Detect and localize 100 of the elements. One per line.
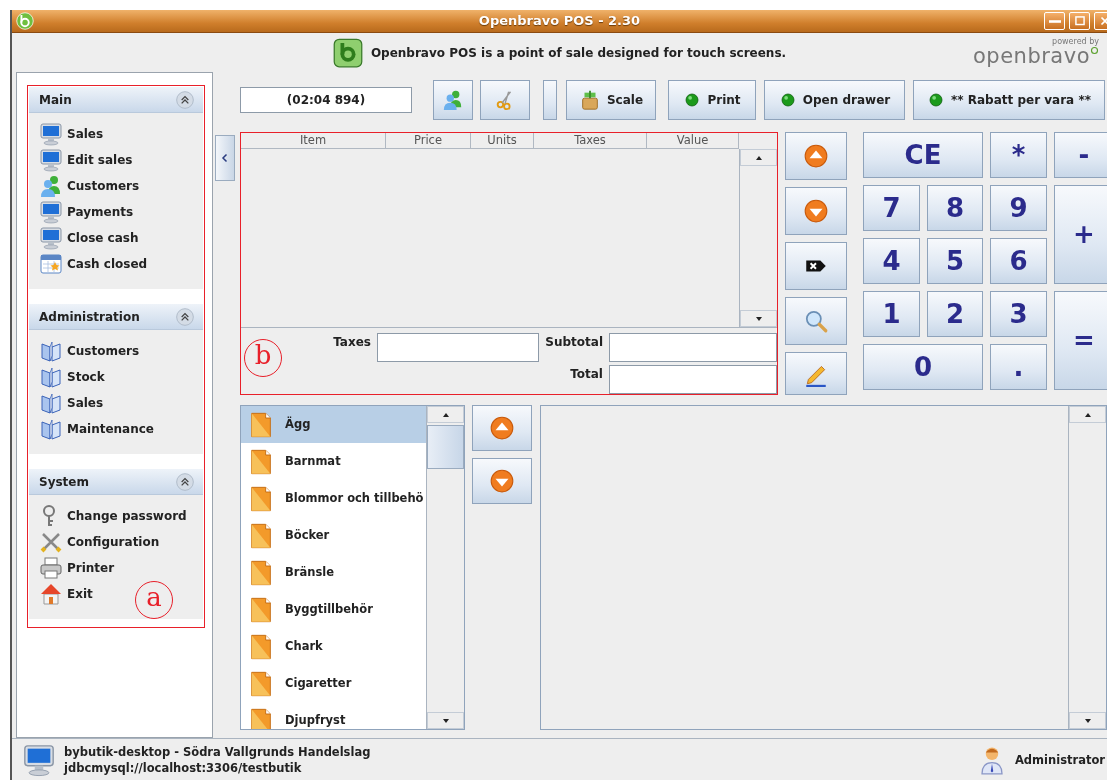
scrollbar[interactable]: [426, 406, 464, 729]
keypad-key[interactable]: .: [990, 344, 1047, 390]
sidebar-item[interactable]: Close cash: [39, 225, 139, 251]
keypad-key[interactable]: *: [990, 132, 1047, 178]
host-text: bybutik-desktop - Södra Vallgrunds Handelslag: [64, 743, 371, 760]
scroll-up-button[interactable]: [1069, 406, 1106, 423]
keypad-key[interactable]: 9: [990, 185, 1047, 231]
scroll-down-button[interactable]: [1069, 712, 1106, 729]
section-header[interactable]: Administration: [29, 304, 203, 330]
keypad-key[interactable]: =: [1054, 291, 1107, 390]
column-header[interactable]: Taxes: [534, 133, 647, 149]
tools-icon: [39, 530, 63, 554]
keypad-key[interactable]: 5: [927, 238, 983, 284]
collapse-tab[interactable]: [215, 135, 235, 181]
keypad-key[interactable]: 1: [863, 291, 920, 337]
section-title: System: [39, 473, 89, 491]
calendar-icon: [39, 252, 63, 276]
toolbar-button[interactable]: [543, 80, 557, 120]
scroll-thumb[interactable]: [427, 425, 464, 469]
column-header[interactable]: Price: [386, 133, 471, 149]
sidebar-item[interactable]: Sales: [39, 121, 104, 147]
scroll-down-button[interactable]: [472, 458, 532, 504]
search-button[interactable]: [785, 297, 847, 345]
sidebar-item[interactable]: Printer: [39, 555, 115, 581]
toolbar-button[interactable]: Open drawer: [764, 80, 905, 120]
sidebar-item[interactable]: Configuration: [39, 529, 160, 555]
category-item[interactable]: Barnmat: [241, 443, 426, 480]
scrollbar[interactable]: [1068, 406, 1106, 729]
move-up-button[interactable]: [785, 132, 847, 180]
app-logo-icon: [16, 12, 34, 30]
customer-button[interactable]: [433, 80, 473, 120]
section-title: Main: [39, 91, 72, 109]
sidebar-item[interactable]: Exit: [39, 581, 93, 607]
category-item[interactable]: Djupfryst: [241, 702, 426, 729]
delete-line-button[interactable]: [785, 242, 847, 290]
book-icon: [39, 391, 63, 415]
keypad-key[interactable]: 6: [990, 238, 1047, 284]
scroll-up-button[interactable]: [472, 405, 532, 451]
category-item[interactable]: Bränsle: [241, 554, 426, 591]
toolbar-button[interactable]: Print: [668, 80, 756, 120]
search-icon: [803, 308, 829, 334]
minimize-icon: [1048, 19, 1061, 23]
toolbar-button[interactable]: ** Rabatt per vara **: [913, 80, 1105, 120]
keypad-key[interactable]: 4: [863, 238, 920, 284]
category-item[interactable]: Byggtillbehör: [241, 591, 426, 628]
scroll-down-button[interactable]: [427, 712, 464, 729]
keypad-key[interactable]: 7: [863, 185, 920, 231]
sidebar-item[interactable]: Cash closed: [39, 251, 148, 277]
category-item[interactable]: Böcker: [241, 517, 426, 554]
scroll-up-button[interactable]: [740, 149, 777, 166]
section-header[interactable]: Main: [29, 87, 203, 113]
total-label: Total: [570, 366, 603, 383]
minimize-button[interactable]: [1044, 12, 1065, 30]
status-light-icon: [683, 91, 702, 109]
column-header[interactable]: Item: [241, 133, 386, 149]
banner-message: Openbravo POS is a point of sale designed for touch screens.: [370, 44, 787, 62]
sidebar-item[interactable]: Change password: [39, 503, 187, 529]
people-icon: [39, 174, 63, 198]
category-item[interactable]: Cigaretter: [241, 665, 426, 702]
sidebar-item[interactable]: Edit sales: [39, 147, 133, 173]
maximize-button[interactable]: [1069, 12, 1090, 30]
keypad-key[interactable]: 8: [927, 185, 983, 231]
keypad-key[interactable]: -: [1054, 132, 1107, 178]
keypad-key[interactable]: +: [1054, 185, 1107, 284]
sidebar-item[interactable]: Sales: [39, 390, 104, 416]
category-item[interactable]: Chark: [241, 628, 426, 665]
scroll-up-button[interactable]: [427, 406, 464, 423]
window-title: Openbravo POS - 2.30: [478, 13, 641, 29]
category-item[interactable]: Blommor och tillbehö: [241, 480, 426, 517]
user-name: Administrator: [1014, 751, 1105, 768]
status-light-icon: [927, 91, 946, 109]
move-down-button[interactable]: [785, 187, 847, 235]
sidebar-item[interactable]: Payments: [39, 199, 134, 225]
sidebar-item[interactable]: Customers: [39, 338, 140, 364]
scale-button[interactable]: Scale: [566, 80, 656, 120]
column-header[interactable]: Value: [647, 133, 739, 149]
sidebar-item[interactable]: Customers: [39, 173, 140, 199]
keypad-key[interactable]: 0: [863, 344, 983, 390]
ticket-id-field: (02:04 894): [240, 87, 412, 113]
keypad-key[interactable]: 3: [990, 291, 1047, 337]
book-icon: [39, 365, 63, 389]
section-title: Administration: [39, 308, 140, 326]
keypad-key[interactable]: CE: [863, 132, 983, 178]
scrollbar[interactable]: [739, 149, 777, 327]
split-button[interactable]: [480, 80, 530, 120]
column-header[interactable]: Units: [471, 133, 534, 149]
monitor-icon: [39, 148, 63, 172]
scroll-down-button[interactable]: [740, 310, 777, 327]
brand-mark-icon: [1090, 46, 1099, 55]
monitor-icon: [39, 122, 63, 146]
edit-button[interactable]: [785, 352, 847, 395]
book-icon: [39, 339, 63, 363]
database-url-text: jdbcmysql://localhost:3306/testbutik: [64, 759, 303, 776]
sidebar-item[interactable]: Maintenance: [39, 416, 154, 442]
monitor-icon: [39, 226, 63, 250]
house-icon: [39, 582, 63, 606]
category-item[interactable]: Ägg: [241, 406, 426, 443]
sidebar-item[interactable]: Stock: [39, 364, 105, 390]
keypad-key[interactable]: 2: [927, 291, 983, 337]
section-header[interactable]: System: [29, 469, 203, 495]
